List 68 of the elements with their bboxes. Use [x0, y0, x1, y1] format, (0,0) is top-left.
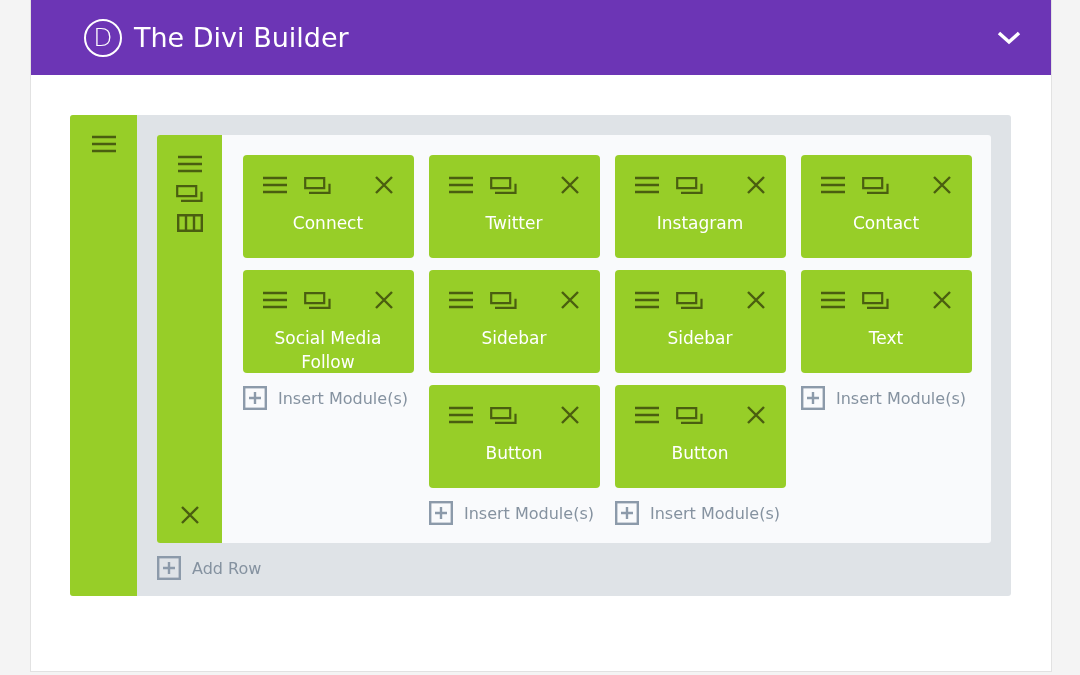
- builder-title: The Divi Builder: [134, 22, 350, 53]
- module-block[interactable]: Text: [801, 270, 972, 373]
- duplicate-icon[interactable]: [862, 176, 889, 194]
- close-icon[interactable]: [932, 175, 952, 195]
- module-block[interactable]: Social Media Follow: [243, 270, 414, 373]
- module-block[interactable]: Connect: [243, 155, 414, 258]
- plus-icon[interactable]: [243, 386, 267, 410]
- duplicate-icon[interactable]: [304, 291, 331, 309]
- duplicate-icon[interactable]: [304, 176, 331, 194]
- module-title: Social Media Follow: [274, 327, 382, 374]
- duplicate-icon[interactable]: [862, 291, 889, 309]
- menu-icon[interactable]: [262, 176, 288, 194]
- module-block[interactable]: Sidebar: [615, 270, 786, 373]
- menu-icon[interactable]: [176, 155, 203, 173]
- logo: D: [84, 18, 122, 57]
- close-icon[interactable]: [179, 505, 200, 525]
- menu-icon[interactable]: [262, 291, 288, 309]
- close-icon[interactable]: [746, 405, 766, 425]
- module-block[interactable]: Twitter: [429, 155, 600, 258]
- module-title: Sidebar: [667, 327, 733, 350]
- close-icon[interactable]: [374, 290, 394, 310]
- close-icon[interactable]: [560, 405, 580, 425]
- duplicate-icon[interactable]: [176, 185, 203, 202]
- chevron-down-icon[interactable]: [997, 30, 1021, 45]
- menu-icon[interactable]: [448, 176, 474, 194]
- add-row-link[interactable]: Add Row: [192, 558, 262, 578]
- menu-icon[interactable]: [634, 176, 660, 194]
- module-title: Button: [485, 442, 543, 465]
- plus-icon[interactable]: [429, 501, 453, 525]
- close-icon[interactable]: [746, 290, 766, 310]
- module-block[interactable]: Instagram: [615, 155, 786, 258]
- module-title: Sidebar: [481, 327, 547, 350]
- module-title: Contact: [852, 212, 920, 235]
- module-title: Button: [671, 442, 729, 465]
- duplicate-icon[interactable]: [490, 176, 517, 194]
- close-icon[interactable]: [374, 175, 394, 195]
- menu-icon[interactable]: [90, 135, 117, 153]
- module-title: Connect: [292, 212, 364, 235]
- insert-module-link[interactable]: Insert Module(s): [278, 388, 408, 408]
- menu-icon[interactable]: [448, 291, 474, 309]
- duplicate-icon[interactable]: [676, 406, 703, 424]
- duplicate-icon[interactable]: [490, 291, 517, 309]
- menu-icon[interactable]: [820, 291, 846, 309]
- close-icon[interactable]: [746, 175, 766, 195]
- insert-module-link[interactable]: Insert Module(s): [464, 503, 594, 523]
- close-icon[interactable]: [560, 175, 580, 195]
- module-block[interactable]: Button: [615, 385, 786, 488]
- module-block[interactable]: Contact: [801, 155, 972, 258]
- plus-icon[interactable]: [801, 386, 825, 410]
- module-title: Text: [868, 327, 904, 350]
- plus-icon[interactable]: [615, 501, 639, 525]
- module-title: Twitter: [485, 212, 543, 235]
- menu-icon[interactable]: [634, 406, 660, 424]
- menu-icon[interactable]: [820, 176, 846, 194]
- insert-module-link[interactable]: Insert Module(s): [650, 503, 780, 523]
- close-icon[interactable]: [932, 290, 952, 310]
- module-block[interactable]: Sidebar: [429, 270, 600, 373]
- columns-icon[interactable]: [176, 214, 203, 232]
- close-icon[interactable]: [560, 290, 580, 310]
- duplicate-icon[interactable]: [676, 176, 703, 194]
- module-title: Instagram: [656, 212, 744, 235]
- menu-icon[interactable]: [634, 291, 660, 309]
- plus-icon[interactable]: [157, 556, 181, 580]
- duplicate-icon[interactable]: [676, 291, 703, 309]
- duplicate-icon[interactable]: [490, 406, 517, 424]
- module-block[interactable]: Button: [429, 385, 600, 488]
- menu-icon[interactable]: [448, 406, 474, 424]
- insert-module-link[interactable]: Insert Module(s): [836, 388, 966, 408]
